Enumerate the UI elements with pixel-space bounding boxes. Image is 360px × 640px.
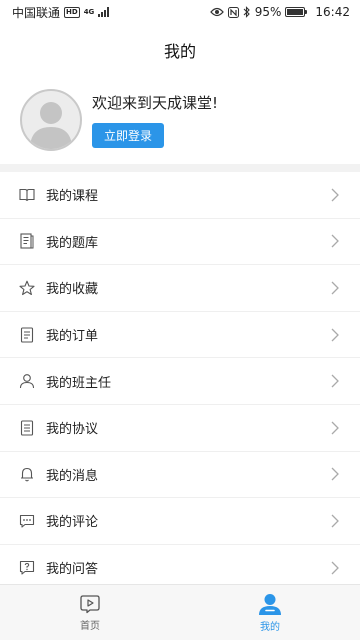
menu-item-messages[interactable]: 我的消息 [0,452,360,499]
tab-mine[interactable]: 我的 [180,585,360,640]
menu-item-label: 我的问答 [46,562,99,578]
chevron-right-icon [331,234,339,248]
chevron-right-icon [331,188,339,202]
chevron-right-icon [331,281,339,295]
question-bank-icon [18,232,36,250]
play-video-icon [80,594,100,613]
menu-item-label: 我的评论 [46,515,99,531]
menu-item-agreements[interactable]: 我的协议 [0,405,360,452]
chevron-right-icon [331,467,339,481]
menu-item-label: 我的题库 [46,235,99,251]
order-icon [18,326,36,344]
login-button[interactable]: 立即登录 [92,123,165,148]
hd-badge: HD [64,6,80,18]
menu-item-orders[interactable]: 我的订单 [0,312,360,359]
page-title: 我的 [163,42,196,61]
signal-icon [98,7,110,17]
bell-icon [18,465,36,483]
page-header: 我的 [0,24,360,76]
menu-item-label: 我的班主任 [46,375,112,391]
section-divider [0,164,360,172]
person-icon [18,372,36,390]
qa-icon [18,559,36,577]
chevron-right-icon [331,421,339,435]
menu-item-question-bank[interactable]: 我的题库 [0,219,360,266]
avatar[interactable] [20,89,82,151]
status-bar: 中国联通 HD 4G 95% 16:42 [0,0,360,24]
user-profile-icon [259,593,281,615]
star-icon [18,279,36,297]
menu-item-favorites[interactable]: 我的收藏 [0,265,360,312]
chevron-right-icon [331,561,339,575]
menu-item-courses[interactable]: 我的课程 [0,172,360,219]
menu-item-comments[interactable]: 我的评论 [0,498,360,545]
battery-percent: 95% [254,5,282,19]
book-icon [18,186,36,204]
menu-item-label: 我的课程 [46,189,99,205]
network-type: 4G [83,7,95,16]
menu-list: 我的课程 我的题库 我的收藏 我的订单 我的班主任 我的协议 我的消息 我的评论… [0,172,360,592]
menu-item-label: 我的协议 [46,422,99,438]
eye-icon [209,7,224,17]
welcome-text: 欢迎来到天成课堂! [92,94,219,112]
menu-item-label: 我的订单 [46,329,99,345]
tab-home-label: 首页 [80,620,100,632]
bottom-tab-bar: 首页 我的 [0,584,360,640]
agreement-icon [18,419,36,437]
menu-item-class-teacher[interactable]: 我的班主任 [0,358,360,405]
menu-item-label: 我的消息 [46,468,99,484]
tab-home[interactable]: 首页 [0,585,180,640]
user-silhouette-icon [30,102,72,149]
chevron-right-icon [331,374,339,388]
menu-item-label: 我的收藏 [46,282,99,298]
tab-mine-label: 我的 [260,621,280,633]
comment-icon [18,512,36,530]
bluetooth-icon [243,6,250,18]
profile-section: 欢迎来到天成课堂! 立即登录 [0,76,360,164]
nfc-icon [227,6,239,18]
chevron-right-icon [331,328,339,342]
battery-icon [285,7,308,17]
chevron-right-icon [331,514,339,528]
clock-time: 16:42 [315,5,350,19]
carrier-name: 中国联通 [12,5,61,20]
